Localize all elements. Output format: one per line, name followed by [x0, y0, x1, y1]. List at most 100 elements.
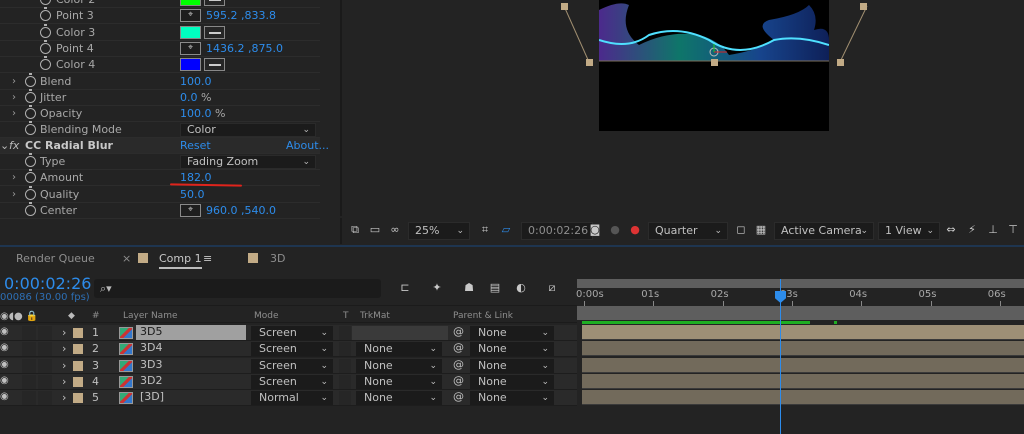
checkerboard-icon[interactable]: ▦ — [754, 224, 768, 236]
fast-preview-icon[interactable]: ⚡ — [965, 224, 979, 236]
color-swatch[interactable] — [180, 25, 201, 39]
param-value[interactable]: 182.0 — [180, 171, 212, 184]
layer-name[interactable]: 3D3 — [136, 358, 246, 373]
preserve-transparency-toggle[interactable] — [339, 391, 351, 406]
pick-whip-icon[interactable]: @ — [453, 325, 464, 338]
handle[interactable] — [860, 3, 867, 10]
trkmat-dropdown[interactable]: None ⌄ — [356, 342, 442, 357]
stopwatch-icon[interactable] — [40, 39, 51, 54]
channel-icon[interactable]: ● — [628, 224, 642, 236]
tab-render-queue[interactable]: Render Queue — [16, 252, 95, 265]
crosshair-icon[interactable]: ⌖ — [180, 203, 201, 217]
param-value[interactable]: 50.0 — [180, 188, 205, 201]
layer-row[interactable]: ◉ › 1 3D5 Screen ⌄ @ None ⌄ — [0, 325, 577, 341]
stopwatch-icon[interactable] — [40, 7, 51, 22]
label-color-swatch[interactable] — [73, 393, 83, 404]
layer-duration-bar[interactable] — [582, 325, 1024, 340]
shy-layers-icon[interactable]: ☗ — [462, 282, 476, 294]
param-value[interactable]: 0.0 % — [180, 91, 211, 104]
stopwatch-icon[interactable] — [25, 185, 36, 200]
solo-toggle[interactable] — [22, 374, 36, 389]
about-link[interactable]: About... — [286, 139, 329, 152]
zoom-dropdown[interactable]: 25% ⌄ — [408, 222, 470, 240]
solo-toggle[interactable] — [22, 358, 36, 373]
tab-comp-1[interactable]: Comp 1 — [159, 252, 202, 269]
view-layout-dropdown[interactable]: 1 View ⌄ — [878, 222, 940, 240]
composition-flowchart-icon[interactable]: ⊏ — [398, 282, 412, 294]
col-layer-name[interactable]: Layer Name — [123, 311, 178, 321]
layer-duration-bar[interactable] — [582, 357, 1024, 373]
pick-whip-icon[interactable]: @ — [453, 358, 464, 371]
twirl-chevron-icon[interactable]: › — [62, 375, 66, 388]
layer-name[interactable]: 3D2 — [136, 374, 246, 389]
pick-whip-icon[interactable]: @ — [453, 341, 464, 354]
mode-dropdown[interactable]: Screen ⌄ — [251, 358, 333, 373]
flowchart-icon[interactable]: ⊥ — [986, 224, 1000, 236]
crosshair-icon[interactable]: ⌖ — [180, 41, 201, 55]
toggle-view-icon[interactable]: ⇔ — [944, 224, 958, 236]
parent-dropdown[interactable]: None ⌄ — [470, 374, 554, 389]
camera-wireframe[interactable] — [540, 0, 890, 70]
fx-icon[interactable]: fx — [9, 139, 19, 152]
time-navigator[interactable] — [577, 306, 1024, 320]
twirl-chevron-icon[interactable]: › — [62, 391, 66, 404]
visibility-eye-icon[interactable]: ◉ — [0, 326, 9, 337]
mode-dropdown[interactable]: Screen ⌄ — [251, 326, 333, 340]
layer-duration-bar[interactable] — [582, 390, 1024, 406]
layer-name[interactable]: [3D] — [136, 390, 246, 405]
trkmat-dropdown[interactable]: None ⌄ — [356, 374, 442, 389]
parent-dropdown[interactable]: None ⌄ — [470, 326, 554, 340]
solo-toggle[interactable] — [22, 391, 36, 406]
stopwatch-icon[interactable] — [25, 72, 36, 87]
lock-toggle[interactable] — [38, 358, 52, 373]
twirl-open-icon[interactable]: ⌄ — [0, 139, 9, 152]
param-dropdown[interactable]: Fading Zoom ⌄ — [180, 154, 316, 169]
close-icon[interactable]: × — [122, 252, 131, 265]
stopwatch-icon[interactable] — [40, 0, 51, 5]
layer-row[interactable]: ◉ › 4 3D2 Screen ⌄ None ⌄ @ None ⌄ — [0, 373, 577, 390]
show-snapshot-icon[interactable]: ● — [608, 224, 622, 236]
tab-3d[interactable]: 3D — [270, 252, 285, 265]
mode-dropdown[interactable]: Screen ⌄ — [251, 342, 333, 357]
visibility-eye-icon[interactable]: ◉ — [0, 359, 9, 370]
trkmat-dropdown[interactable]: None ⌄ — [356, 391, 442, 406]
current-time[interactable]: 0:00:02:26 — [4, 274, 91, 293]
hierarchy-icon[interactable]: ⊤ — [1006, 224, 1020, 236]
layer-duration-bar[interactable] — [582, 373, 1024, 389]
twirl-chevron-icon[interactable]: › — [62, 326, 66, 339]
solo-toggle[interactable] — [22, 326, 36, 340]
point-value[interactable]: 960.0 ,540.0 — [206, 204, 276, 217]
mask-icon[interactable]: ∞ — [388, 224, 402, 236]
layer-row[interactable]: ◉ › 2 3D4 Screen ⌄ None ⌄ @ None ⌄ — [0, 341, 577, 358]
param-value[interactable]: 100.0 — [180, 75, 212, 88]
layer-row[interactable]: ◉ › 5 [3D] Normal ⌄ None ⌄ @ None ⌄ — [0, 390, 577, 407]
visibility-eye-icon[interactable]: ◉ — [0, 342, 9, 353]
twirl-chevron-icon[interactable]: › — [12, 189, 16, 200]
lock-toggle[interactable] — [38, 391, 52, 406]
twirl-chevron-icon[interactable]: › — [12, 108, 16, 119]
stopwatch-icon[interactable] — [25, 88, 36, 103]
monitor-icon[interactable]: ▭ — [368, 224, 382, 236]
label-color-swatch[interactable] — [73, 344, 83, 355]
transparency-grid-icon[interactable]: ▱ — [499, 224, 513, 236]
camera-dropdown[interactable]: Active Camera ⌄ — [774, 222, 874, 240]
eyedropper-icon[interactable] — [204, 58, 225, 72]
layer-name[interactable]: 3D4 — [136, 341, 246, 356]
region-icon[interactable]: ⌗ — [478, 224, 492, 236]
lock-toggle[interactable] — [38, 342, 52, 357]
layer-duration-bar[interactable] — [582, 341, 1024, 357]
viewer-timecode[interactable]: 0:00:02:26 — [521, 222, 593, 240]
parent-dropdown[interactable]: None ⌄ — [470, 391, 554, 406]
preserve-transparency-toggle[interactable] — [339, 342, 351, 357]
parent-dropdown[interactable]: None ⌄ — [470, 342, 554, 357]
reset-link[interactable]: Reset — [180, 139, 211, 152]
twirl-chevron-icon[interactable]: › — [62, 359, 66, 372]
layers-icon[interactable]: ⧉ — [348, 224, 362, 236]
resolution-dropdown[interactable]: Quarter ⌄ — [648, 222, 728, 240]
stopwatch-icon[interactable] — [25, 169, 36, 184]
twirl-chevron-icon[interactable]: › — [12, 92, 16, 103]
handle[interactable] — [711, 59, 718, 66]
layer-row[interactable]: ◉ › 3 3D3 Screen ⌄ None ⌄ @ None ⌄ — [0, 357, 577, 374]
visibility-eye-icon[interactable]: ◉ — [0, 375, 9, 386]
twirl-chevron-icon[interactable]: › — [12, 172, 16, 183]
